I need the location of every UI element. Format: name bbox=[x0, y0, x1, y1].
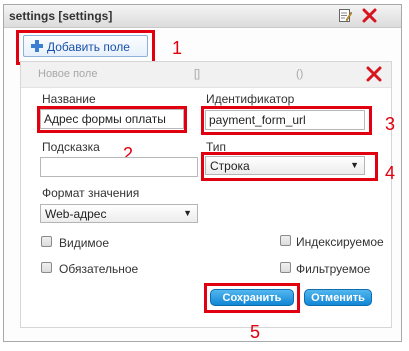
format-select-value: Web-адрес bbox=[45, 207, 107, 221]
indexed-label: Индексируемое bbox=[296, 235, 384, 249]
field-panel-header: Новое поле [] () bbox=[21, 62, 391, 88]
annotation-4: 4 bbox=[385, 163, 396, 183]
edit-icon[interactable] bbox=[339, 9, 352, 22]
annotation-3: 3 bbox=[385, 114, 396, 134]
annotation-1: 1 bbox=[172, 38, 183, 58]
plus-icon bbox=[31, 40, 43, 52]
annotation-5: 5 bbox=[250, 322, 261, 342]
chevron-down-icon: ▼ bbox=[183, 208, 192, 218]
add-field-label: Добавить поле bbox=[47, 40, 130, 54]
identifier-label: Идентификатор bbox=[206, 92, 295, 106]
filterable-checkbox[interactable] bbox=[280, 262, 291, 273]
cancel-button[interactable]: Отменить bbox=[304, 289, 372, 306]
visible-checkbox[interactable] bbox=[41, 236, 52, 247]
required-checkbox[interactable] bbox=[41, 262, 52, 273]
close-icon[interactable] bbox=[362, 7, 377, 24]
filterable-label: Фильтруемое bbox=[296, 262, 371, 276]
hint-label: Подсказка bbox=[42, 140, 100, 154]
remove-icon[interactable] bbox=[366, 66, 382, 82]
field-brackets: [] bbox=[194, 68, 201, 80]
window-title: settings [settings] bbox=[9, 9, 113, 23]
name-label: Название bbox=[42, 92, 96, 106]
indexed-checkbox[interactable] bbox=[280, 235, 291, 246]
new-field-label: Новое поле bbox=[38, 68, 98, 80]
required-label: Обязательное bbox=[59, 262, 139, 276]
chevron-down-icon: ▼ bbox=[350, 160, 359, 170]
field-parens: () bbox=[296, 68, 304, 80]
add-field-button[interactable]: Добавить поле bbox=[23, 35, 148, 57]
visible-label: Видимое bbox=[59, 236, 110, 250]
format-select[interactable]: Web-адрес ▼ bbox=[40, 204, 198, 223]
hint-input[interactable] bbox=[40, 157, 198, 177]
name-input[interactable]: Адрес формы оплаты bbox=[40, 109, 184, 129]
window-titlebar: settings [settings] bbox=[4, 5, 401, 28]
format-label: Формат значения bbox=[42, 186, 140, 200]
identifier-input[interactable]: payment_form_url bbox=[205, 110, 365, 130]
type-select[interactable]: Строка ▼ bbox=[205, 156, 365, 175]
type-select-value: Строка bbox=[210, 159, 250, 173]
save-button[interactable]: Сохранить bbox=[210, 289, 294, 306]
